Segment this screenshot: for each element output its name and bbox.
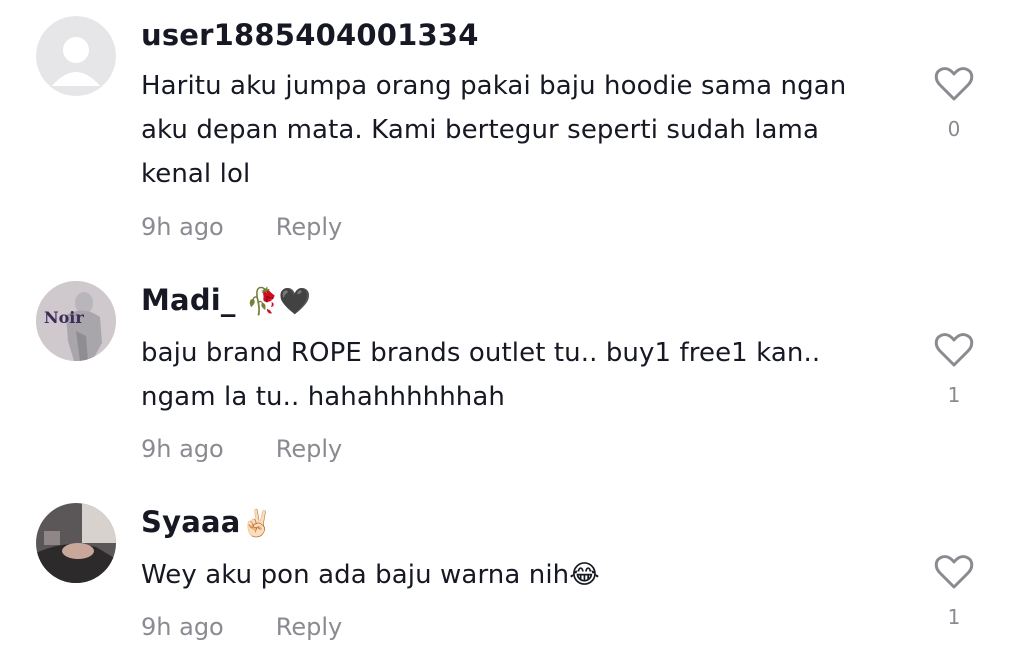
like-button[interactable]	[934, 66, 974, 102]
heart-icon	[934, 555, 974, 589]
reply-button[interactable]: Reply	[276, 613, 342, 641]
avatar-logo-text: Noir	[44, 308, 84, 327]
comment-text: baju brand ROPE brands outlet tu.. buy1 …	[141, 331, 901, 419]
comment-text-line: Wey aku pon ada baju warna nih😂	[141, 560, 600, 590]
comment-text-line: baju brand ROPE brands outlet tu.. buy1 …	[141, 338, 821, 368]
username-emoji: 🥀🖤	[245, 287, 312, 317]
username-emoji: ✌🏻	[240, 509, 274, 539]
comment-username[interactable]: Syaaa✌🏻	[141, 505, 273, 539]
username-text: Syaaa	[141, 505, 241, 539]
avatar[interactable]	[36, 16, 116, 96]
default-avatar-icon	[36, 16, 116, 96]
user-photo-avatar	[36, 503, 116, 583]
comment-timestamp: 9h ago	[141, 613, 224, 641]
like-count: 1	[947, 383, 961, 407]
comment-timestamp: 9h ago	[141, 435, 224, 463]
reply-button[interactable]: Reply	[276, 213, 342, 241]
comment-timestamp: 9h ago	[141, 213, 224, 241]
comment-meta: 9h ago Reply	[141, 213, 342, 241]
like-button[interactable]	[934, 332, 974, 368]
comment-meta: 9h ago Reply	[141, 613, 342, 641]
comment-text: Haritu aku jumpa orang pakai baju hoodie…	[141, 64, 901, 196]
comment-text-line: Haritu aku jumpa orang pakai baju hoodie…	[141, 71, 847, 101]
like-count: 1	[947, 605, 961, 629]
comment-text-line: aku depan mata. Kami bertegur seperti su…	[141, 115, 820, 145]
heart-icon	[934, 67, 974, 101]
comment-text: Wey aku pon ada baju warna nih😂	[141, 553, 901, 597]
avatar[interactable]: Noir	[36, 281, 116, 361]
username-text: Madi_	[141, 283, 236, 317]
heart-icon	[934, 333, 974, 367]
comment-meta: 9h ago Reply	[141, 435, 342, 463]
avatar[interactable]	[36, 503, 116, 583]
comment-username[interactable]: user1885404001334	[141, 18, 479, 52]
comment-text-line: kenal lol	[141, 159, 251, 189]
reply-button[interactable]: Reply	[276, 435, 342, 463]
like-button[interactable]	[934, 554, 974, 590]
comment-text-line: ngam la tu.. hahahhhhhhah	[141, 382, 505, 412]
user-photo-avatar: Noir	[36, 281, 116, 361]
comment-username[interactable]: Madi_ 🥀🖤	[141, 283, 311, 317]
like-count: 0	[947, 117, 961, 141]
